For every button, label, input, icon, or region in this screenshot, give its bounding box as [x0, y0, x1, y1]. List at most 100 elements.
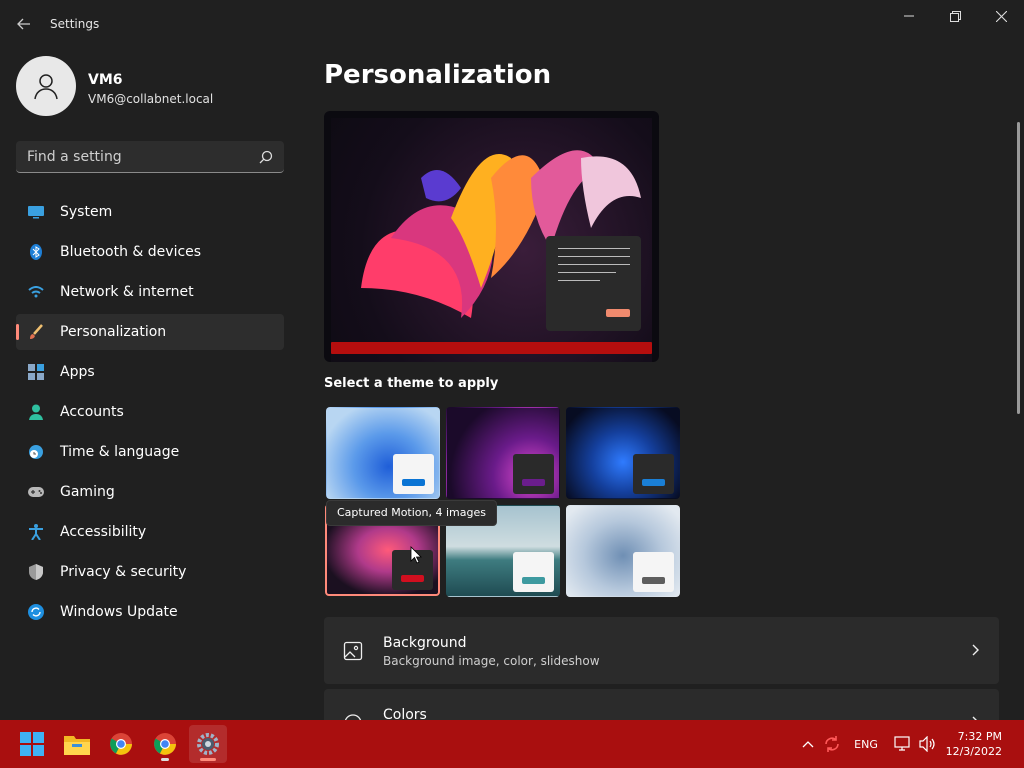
sidebar-item-label: System	[60, 204, 113, 220]
sidebar-item-time-language[interactable]: Time & language	[16, 434, 284, 470]
sidebar-item-label: Network & internet	[60, 284, 194, 300]
close-icon	[995, 10, 1007, 22]
sidebar-item-label: Accounts	[60, 404, 124, 420]
app-title: Settings	[50, 17, 100, 31]
title-bar: Settings	[0, 0, 1024, 48]
user-name: VM6	[88, 72, 123, 88]
theme-glow[interactable]	[446, 407, 560, 499]
person-icon	[34, 74, 58, 100]
minimize-icon	[904, 15, 914, 17]
card-subtitle: Background image, color, slideshow	[383, 654, 600, 668]
network-icon	[894, 736, 910, 751]
theme-tooltip: Captured Motion, 4 images	[326, 500, 497, 526]
close-button[interactable]	[978, 0, 1024, 32]
taskbar-file-explorer[interactable]	[58, 725, 96, 763]
theme-accent-swatch	[522, 577, 545, 584]
taskbar: ENG 7:32 PM 12/3/2022	[0, 720, 1024, 768]
taskbar-clock[interactable]: 7:32 PM 12/3/2022	[938, 729, 1002, 759]
back-arrow-icon	[17, 18, 30, 30]
image-icon	[343, 641, 363, 661]
running-indicator	[161, 758, 169, 761]
brush-icon	[28, 324, 44, 340]
taskbar-settings[interactable]	[189, 725, 227, 763]
restore-button[interactable]	[932, 0, 978, 32]
background-setting-card[interactable]: Background Background image, color, slid…	[324, 617, 999, 684]
search-input[interactable]	[16, 141, 246, 172]
sidebar-item-label: Accessibility	[60, 524, 147, 540]
sidebar-item-label: Bluetooth & devices	[60, 244, 202, 260]
theme-preview	[324, 111, 659, 362]
theme-accent-swatch	[522, 479, 545, 486]
sidebar-item-bluetooth[interactable]: Bluetooth & devices	[16, 234, 284, 270]
gamepad-icon	[28, 484, 44, 500]
tray-sync-icon-button[interactable]	[822, 720, 842, 768]
card-title: Background	[383, 635, 467, 651]
sidebar-item-personalization[interactable]: Personalization	[16, 314, 284, 350]
taskbar-chrome[interactable]	[146, 725, 184, 763]
volume-icon	[919, 736, 935, 752]
volume-tray-button[interactable]	[917, 720, 939, 768]
themes-heading: Select a theme to apply	[324, 376, 499, 391]
minimize-button[interactable]	[886, 0, 932, 32]
sidebar-item-label: Privacy & security	[60, 564, 187, 580]
sidebar-item-system[interactable]: System	[16, 194, 284, 230]
chrome-icon	[110, 733, 132, 755]
start-button[interactable]	[13, 725, 51, 763]
theme-accent-swatch	[402, 479, 425, 486]
theme-accent-swatch	[401, 575, 424, 582]
apps-icon	[28, 364, 44, 380]
sidebar-item-label: Personalization	[60, 324, 167, 340]
accessibility-icon	[28, 524, 44, 540]
theme-mini-window	[633, 552, 674, 592]
preview-taskbar	[331, 342, 652, 354]
theme-mini-window	[513, 454, 554, 494]
user-email: VM6@collabnet.local	[88, 92, 214, 106]
sidebar-item-gaming[interactable]: Gaming	[16, 474, 284, 510]
sidebar-nav: System Bluetooth & devices Network & int…	[16, 194, 284, 634]
restore-icon	[949, 10, 961, 22]
input-language[interactable]: ENG	[850, 720, 882, 768]
sidebar-item-label: Windows Update	[60, 604, 178, 620]
settings-icon	[197, 733, 219, 755]
sidebar-item-apps[interactable]: Apps	[16, 354, 284, 390]
shield-icon	[28, 564, 44, 580]
theme-mini-window	[393, 454, 434, 494]
file-explorer-icon	[64, 736, 90, 755]
avatar	[16, 56, 76, 116]
clock-time: 7:32 PM	[957, 730, 1002, 743]
theme-sunrise[interactable]	[566, 505, 680, 597]
user-profile[interactable]: VM6 VM6@collabnet.local	[16, 56, 286, 118]
taskbar-chrome[interactable]	[102, 725, 140, 763]
preview-window	[546, 236, 641, 331]
theme-mini-window	[633, 454, 674, 494]
start-icon	[20, 732, 44, 756]
globe-clock-icon	[28, 444, 44, 460]
sidebar-item-accessibility[interactable]: Accessibility	[16, 514, 284, 550]
search-icon[interactable]	[258, 149, 274, 165]
sidebar-item-label: Gaming	[60, 484, 115, 500]
sidebar-item-privacy[interactable]: Privacy & security	[16, 554, 284, 590]
chevron-right-icon	[972, 644, 979, 656]
network-tray-button[interactable]	[892, 720, 914, 768]
sidebar-item-label: Time & language	[60, 444, 180, 460]
wifi-icon	[28, 284, 44, 300]
sync-icon	[825, 736, 839, 752]
sidebar-item-windows-update[interactable]: Windows Update	[16, 594, 284, 630]
system-icon	[28, 204, 44, 220]
clock-date: 12/3/2022	[945, 745, 1002, 758]
sidebar-item-accounts[interactable]: Accounts	[16, 394, 284, 430]
show-hidden-icons-button[interactable]	[798, 720, 818, 768]
person-icon	[28, 404, 44, 420]
preview-accent-button	[606, 309, 630, 317]
sidebar-item-network[interactable]: Network & internet	[16, 274, 284, 310]
mouse-cursor-icon	[410, 546, 422, 564]
scrollbar-thumb[interactable]	[1017, 122, 1020, 414]
theme-mini-window	[513, 552, 554, 592]
theme-windows-light[interactable]	[326, 407, 440, 499]
back-button[interactable]	[12, 12, 36, 36]
bluetooth-icon	[28, 244, 44, 260]
theme-accent-swatch	[642, 577, 665, 584]
chevron-up-icon	[802, 741, 814, 748]
search-box[interactable]	[16, 141, 284, 173]
theme-windows-dark[interactable]	[566, 407, 680, 499]
